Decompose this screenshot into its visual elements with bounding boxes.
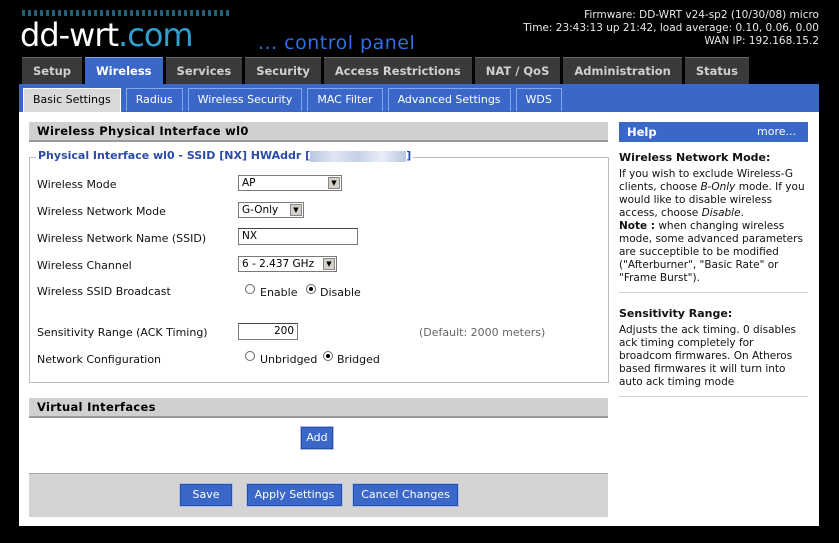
netconf-unbridged-radio[interactable] bbox=[245, 351, 255, 361]
add-virtual-interface-button[interactable]: Add bbox=[300, 426, 334, 450]
help-sensitivity-heading: Sensitivity Range: bbox=[619, 307, 733, 320]
subtab-wireless-security[interactable]: Wireless Security bbox=[187, 88, 303, 111]
subtab-advanced-settings[interactable]: Advanced Settings bbox=[387, 88, 511, 111]
legend-end: ] bbox=[406, 149, 412, 162]
subtab-basic-settings[interactable]: Basic Settings bbox=[23, 88, 121, 113]
apply-settings-button[interactable]: Apply Settings bbox=[246, 483, 343, 507]
network-config-label: Network Configuration bbox=[37, 353, 162, 366]
tab-status[interactable]: Status bbox=[684, 57, 749, 84]
save-button[interactable]: Save bbox=[179, 483, 233, 507]
channel-label: Wireless Channel bbox=[37, 259, 132, 272]
tab-security[interactable]: Security bbox=[245, 57, 321, 84]
help-text-italic: B-Only bbox=[700, 181, 736, 193]
help-note-label: Note : bbox=[619, 220, 655, 232]
logo-suffix-text: .com bbox=[118, 16, 194, 54]
help-wireless-mode: Wireless Network Mode: If you wish to ex… bbox=[619, 151, 805, 285]
network-mode-label: Wireless Network Mode bbox=[37, 205, 166, 218]
cancel-changes-button[interactable]: Cancel Changes bbox=[352, 483, 459, 507]
help-more-link[interactable]: more... bbox=[757, 122, 796, 142]
chevron-down-icon: ▼ bbox=[323, 258, 335, 270]
tab-wireless[interactable]: Wireless bbox=[85, 57, 163, 86]
help-text: . bbox=[740, 207, 744, 219]
tab-services[interactable]: Services bbox=[165, 57, 243, 84]
help-header: Help more... bbox=[619, 122, 808, 142]
header: dd-wrt.com ... control panel Firmware: D… bbox=[0, 0, 839, 56]
netconf-bridged-radio[interactable] bbox=[323, 351, 333, 361]
chevron-down-icon: ▼ bbox=[290, 204, 302, 216]
main-tabs: Setup Wireless Services Security Access … bbox=[22, 57, 752, 86]
wireless-mode-value: AP bbox=[242, 177, 256, 189]
legend-text: Physical Interface wl0 - SSID [NX] HWAdd… bbox=[38, 149, 311, 162]
chevron-down-icon: ▼ bbox=[328, 177, 340, 189]
tab-nat-qos[interactable]: NAT / QoS bbox=[474, 57, 561, 84]
section-title-virtual-interfaces: Virtual Interfaces bbox=[29, 398, 608, 418]
broadcast-enable-label: Enable bbox=[260, 286, 298, 299]
help-sensitivity-text: Adjusts the ack timing. 0 disables ack t… bbox=[619, 324, 797, 388]
sensitivity-input[interactable]: 200 bbox=[238, 323, 298, 340]
ssid-label: Wireless Network Name (SSID) bbox=[37, 232, 207, 245]
sensitivity-default-hint: (Default: 2000 meters) bbox=[419, 326, 546, 339]
logo-main-text: dd-wrt bbox=[20, 16, 119, 54]
network-mode-select[interactable]: G-Only ▼ bbox=[238, 202, 304, 218]
help-sensitivity: Sensitivity Range: Adjusts the ack timin… bbox=[619, 307, 805, 389]
subtab-wds[interactable]: WDS bbox=[515, 88, 562, 111]
channel-select[interactable]: 6 - 2.437 GHz ▼ bbox=[238, 256, 337, 272]
ssid-broadcast-label: Wireless SSID Broadcast bbox=[37, 285, 171, 298]
subtab-radius[interactable]: Radius bbox=[125, 88, 183, 111]
sub-tabs: Basic Settings Radius Wireless Security … bbox=[23, 88, 567, 113]
system-info: Firmware: DD-WRT v24-sp2 (10/30/08) micr… bbox=[523, 9, 819, 48]
wireless-mode-label: Wireless Mode bbox=[37, 178, 117, 191]
netconf-bridged-label: Bridged bbox=[337, 353, 380, 366]
section-title-physical-interface: Wireless Physical Interface wl0 bbox=[29, 122, 608, 142]
wan-ip-info: WAN IP: 192.168.15.2 bbox=[704, 35, 819, 47]
hwaddr-redacted bbox=[310, 150, 407, 162]
help-title: Help bbox=[627, 125, 657, 139]
help-text-italic: Disable bbox=[701, 207, 741, 219]
broadcast-enable-radio[interactable] bbox=[245, 284, 255, 294]
sensitivity-label: Sensitivity Range (ACK Timing) bbox=[37, 326, 208, 339]
uptime-info: Time: 23:43:13 up 21:42, load average: 0… bbox=[523, 22, 819, 34]
network-mode-value: G-Only bbox=[242, 204, 279, 216]
ddwrt-logo: dd-wrt.com bbox=[20, 16, 194, 54]
tab-setup[interactable]: Setup bbox=[22, 57, 82, 84]
help-wireless-mode-heading: Wireless Network Mode: bbox=[619, 151, 771, 164]
netconf-unbridged-label: Unbridged bbox=[260, 353, 318, 366]
control-panel-tagline: ... control panel bbox=[258, 32, 416, 54]
tab-access-restrictions[interactable]: Access Restrictions bbox=[323, 57, 472, 84]
broadcast-disable-label: Disable bbox=[320, 286, 361, 299]
broadcast-disable-radio[interactable] bbox=[306, 284, 316, 294]
wireless-mode-select[interactable]: AP ▼ bbox=[238, 175, 342, 191]
help-divider bbox=[619, 396, 808, 397]
help-divider bbox=[619, 292, 808, 293]
firmware-info: Firmware: DD-WRT v24-sp2 (10/30/08) micr… bbox=[584, 9, 819, 21]
channel-value: 6 - 2.437 GHz bbox=[242, 258, 315, 270]
content-panel: Wireless Physical Interface wl0 Physical… bbox=[19, 112, 819, 526]
ssid-input[interactable]: NX bbox=[238, 228, 358, 245]
fieldset-legend: Physical Interface wl0 - SSID [NX] HWAdd… bbox=[36, 149, 414, 162]
tab-administration[interactable]: Administration bbox=[563, 57, 682, 84]
subtab-mac-filter[interactable]: MAC Filter bbox=[307, 88, 383, 111]
